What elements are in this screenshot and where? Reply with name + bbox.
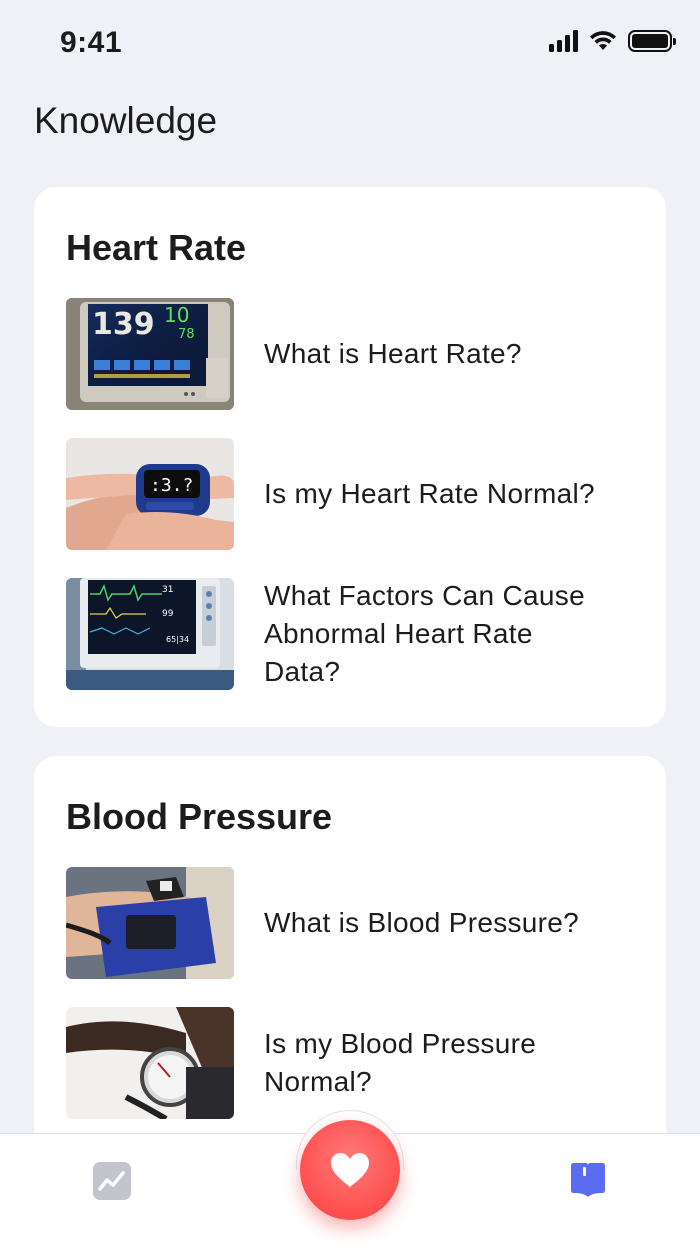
article-item[interactable]: What is Blood Pressure? xyxy=(66,867,636,979)
section-title: Heart Rate xyxy=(66,227,247,268)
ecg-monitor-photo: 31 99 65|34 xyxy=(66,578,234,690)
article-item[interactable]: :3.? Is my Heart Rate Normal? xyxy=(66,438,636,550)
sphygmomanometer-photo xyxy=(66,1007,234,1119)
article-title: Is my Blood Pressure Normal? xyxy=(264,1028,537,1097)
wifi-icon xyxy=(590,31,616,50)
svg-text::3.?: :3.? xyxy=(150,475,193,496)
page-title: Knowledge xyxy=(34,100,218,141)
article-title: What Factors Can Cause Abnormal Heart Ra… xyxy=(264,580,585,687)
svg-text:78: 78 xyxy=(178,327,195,342)
patient-monitor-photo: 139 10 78 xyxy=(66,298,234,410)
book-icon xyxy=(571,1163,605,1197)
knowledge-screen: 9:41 Knowledge Heart Rate 139 10 78 What… xyxy=(0,0,700,1244)
article-item[interactable]: 139 10 78 What is Heart Rate? xyxy=(66,298,636,410)
status-time: 9:41 xyxy=(60,26,123,59)
article-item[interactable]: Is my Blood Pressure Normal? xyxy=(66,1007,636,1119)
article-title: What is Blood Pressure? xyxy=(264,907,580,938)
svg-text:139: 139 xyxy=(92,307,155,342)
status-bar: 9:41 xyxy=(0,0,700,88)
measure-button[interactable] xyxy=(300,1120,400,1220)
tab-knowledge[interactable] xyxy=(568,1160,608,1200)
bp-cuff-photo xyxy=(66,867,234,979)
svg-text:99: 99 xyxy=(162,609,174,619)
status-icons xyxy=(549,30,676,52)
pulse-oximeter-photo: :3.? xyxy=(66,438,234,550)
svg-text:65|34: 65|34 xyxy=(166,635,189,644)
heart-icon xyxy=(331,1153,369,1187)
signal-icon xyxy=(549,30,578,52)
article-title: What is Heart Rate? xyxy=(264,338,522,369)
heart-rate-card: Heart Rate 139 10 78 What is Heart Rate?… xyxy=(34,187,666,727)
battery-icon xyxy=(628,30,676,52)
svg-text:31: 31 xyxy=(162,585,173,595)
trend-chart-icon xyxy=(93,1162,131,1200)
svg-text:10: 10 xyxy=(164,303,189,327)
article-item[interactable]: 31 99 65|34 What Factors Can Cause Abnor… xyxy=(66,578,636,690)
section-title: Blood Pressure xyxy=(66,796,333,837)
article-title: Is my Heart Rate Normal? xyxy=(264,478,595,509)
tab-trends[interactable] xyxy=(93,1162,131,1200)
